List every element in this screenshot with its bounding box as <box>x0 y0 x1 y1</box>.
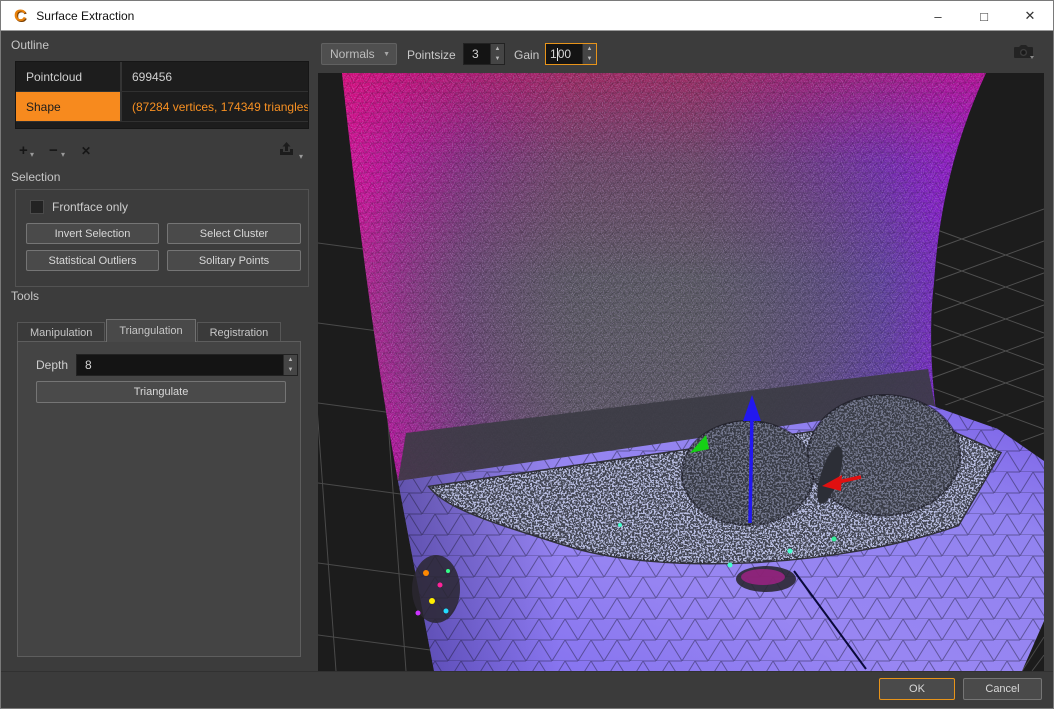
add-caret-icon[interactable]: ▾ <box>30 150 34 159</box>
delete-icon[interactable]: ✕ <box>81 141 91 161</box>
pointsize-spin-arrows[interactable]: ▲ ▼ <box>490 44 504 64</box>
outline-section-label: Outline <box>11 38 49 52</box>
tab-manipulation[interactable]: Manipulation <box>17 322 105 342</box>
depth-row: Depth 8 ▲ ▼ <box>36 354 298 376</box>
dropdown-caret-icon: ▼ <box>383 51 390 58</box>
table-row-pointcloud[interactable]: Pointcloud 699456 <box>16 62 308 92</box>
depth-spin-up-icon[interactable]: ▲ <box>284 355 297 365</box>
export-caret-icon[interactable]: ▾ <box>299 152 303 161</box>
window-title: Surface Extraction <box>36 9 134 23</box>
tools-tabbar: Manipulation Triangulation Registration <box>17 319 282 342</box>
pointsize-spinbox[interactable]: 3 ▲ ▼ <box>463 43 505 65</box>
frontface-only-row: Frontface only <box>30 200 128 214</box>
render-canvas <box>318 73 1044 671</box>
window-controls: – □ ✕ <box>915 1 1053 31</box>
gain-spin-down-icon[interactable]: ▼ <box>583 54 596 64</box>
depth-spin-down-icon[interactable]: ▼ <box>284 365 297 375</box>
gain-spin-arrows[interactable]: ▲ ▼ <box>582 44 596 64</box>
gain-value-after-cursor: 00 <box>558 47 571 61</box>
cancel-button[interactable]: Cancel <box>963 678 1042 700</box>
selection-section-label: Selection <box>11 170 60 184</box>
surface-extraction-window: C Surface Extraction – □ ✕ Outline Point… <box>0 0 1054 709</box>
screenshot-camera-icon[interactable] <box>1011 43 1037 63</box>
gain-label: Gain <box>514 48 539 62</box>
title-bar: C Surface Extraction – □ ✕ <box>1 1 1053 31</box>
tab-triangulation[interactable]: Triangulation <box>106 319 195 342</box>
gain-value[interactable]: 1 00 <box>546 44 582 64</box>
pointsize-label: Pointsize <box>407 48 456 62</box>
export-shape-icon[interactable] <box>278 141 295 164</box>
select-cluster-button[interactable]: Select Cluster <box>167 223 301 244</box>
pointcloud-value-cell: 699456 <box>122 62 308 91</box>
pointcloud-name-cell: Pointcloud <box>16 62 122 91</box>
gain-spin-up-icon[interactable]: ▲ <box>583 44 596 54</box>
close-button[interactable]: ✕ <box>1007 1 1053 31</box>
pointsize-spin-down-icon[interactable]: ▼ <box>491 54 504 64</box>
triangulate-button[interactable]: Triangulate <box>36 381 286 403</box>
depth-spinbox[interactable]: 8 ▲ ▼ <box>76 354 298 376</box>
remove-caret-icon[interactable]: ▾ <box>61 150 65 159</box>
depth-value[interactable]: 8 <box>77 355 283 375</box>
minimize-button[interactable]: – <box>915 1 961 31</box>
triangulation-tab-panel: Depth 8 ▲ ▼ Triangulate <box>17 341 301 657</box>
statistical-outliers-button[interactable]: Statistical Outliers <box>26 250 159 271</box>
shape-value-cell: (87284 vertices, 174349 triangles) <box>122 92 308 121</box>
tools-section-label: Tools <box>11 289 39 303</box>
maximize-button[interactable]: □ <box>961 1 1007 31</box>
viewport-toolbar: Normals ▼ Pointsize 3 ▲ ▼ Gain 1 00 ▲ ▼ <box>317 31 1053 73</box>
normals-dropdown[interactable]: Normals ▼ <box>321 43 397 65</box>
left-panel: Outline Pointcloud 699456 Shape (87284 v… <box>1 31 317 673</box>
outline-actions: + ▾ − ▾ ✕ ▾ <box>17 141 309 163</box>
remove-icon[interactable]: − <box>49 141 58 161</box>
shape-name-cell: Shape <box>16 92 122 121</box>
frontface-only-label: Frontface only <box>52 200 128 214</box>
pointsize-spin-up-icon[interactable]: ▲ <box>491 44 504 54</box>
tab-registration[interactable]: Registration <box>197 322 282 342</box>
outline-table: Pointcloud 699456 Shape (87284 vertices,… <box>15 61 309 129</box>
invert-selection-button[interactable]: Invert Selection <box>26 223 159 244</box>
pointsize-value[interactable]: 3 <box>464 44 490 64</box>
ok-button[interactable]: OK <box>879 678 955 700</box>
normals-dropdown-value: Normals <box>330 47 375 61</box>
app-logo-icon: C <box>14 7 26 24</box>
solitary-points-button[interactable]: Solitary Points <box>167 250 301 271</box>
gain-spinbox[interactable]: 1 00 ▲ ▼ <box>545 43 597 65</box>
gain-value-before-cursor: 1 <box>550 47 557 61</box>
add-icon[interactable]: + <box>19 141 28 161</box>
table-row-shape[interactable]: Shape (87284 vertices, 174349 triangles) <box>16 92 308 122</box>
viewport-3d-scene[interactable] <box>318 73 1044 671</box>
selection-groupbox: Frontface only Invert Selection Select C… <box>15 189 309 287</box>
frontface-only-checkbox[interactable] <box>30 200 44 214</box>
dialog-footer: OK Cancel <box>1 671 1053 708</box>
depth-spin-arrows[interactable]: ▲ ▼ <box>283 355 297 375</box>
depth-label: Depth <box>36 358 68 372</box>
